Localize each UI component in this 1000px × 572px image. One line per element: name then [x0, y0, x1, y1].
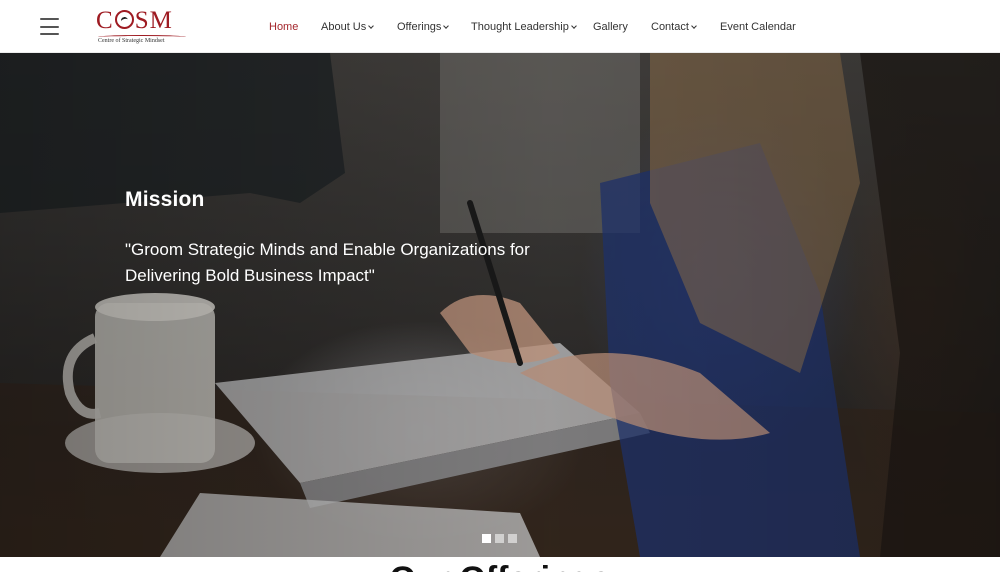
nav-item-gallery[interactable]: Gallery: [593, 20, 628, 34]
nav-item-event-calendar[interactable]: Event Calendar: [720, 20, 796, 34]
slider-dot-2[interactable]: [495, 534, 504, 543]
nav-item-about-us[interactable]: About Us: [321, 20, 375, 34]
site-logo[interactable]: C SM Centre of Strategic Mindset: [96, 8, 191, 48]
nav-item-label: Offerings: [397, 21, 442, 33]
nav-item-label: Gallery: [593, 21, 628, 33]
nav-item-label: About Us: [321, 21, 367, 33]
chevron-down-icon: [691, 23, 697, 29]
nav-item-label: Event Calendar: [720, 21, 796, 33]
hamburger-menu-icon[interactable]: [40, 18, 59, 35]
slider-dots: [482, 534, 517, 543]
hero-title: Mission: [125, 188, 205, 211]
slider-dot-3[interactable]: [508, 534, 517, 543]
nav-item-label: Contact: [651, 21, 689, 33]
logo-mark: C SM: [96, 8, 191, 33]
chevron-down-icon: [571, 23, 577, 29]
logo-letter-c: C: [96, 7, 114, 34]
nav-item-label: Home: [269, 21, 299, 33]
slider-dot-1[interactable]: [482, 534, 491, 543]
nav-item-label: Thought Leadership: [471, 21, 569, 33]
nav-item-offerings[interactable]: Offerings: [397, 20, 450, 34]
logo-letters-sm: SM: [134, 7, 173, 34]
nav-item-thought-leadership[interactable]: Thought Leadership: [471, 20, 577, 34]
hamburger-line: [40, 25, 59, 28]
hero-slider: Mission "Groom Strategic Minds and Enabl…: [0, 53, 1000, 557]
hero-overlay: [0, 53, 1000, 557]
logo-subtitle: Centre of Strategic Mindset: [98, 38, 165, 44]
chevron-down-icon: [443, 23, 450, 29]
logo-o-icon: [114, 10, 134, 29]
hamburger-line: [40, 18, 59, 20]
site-header: C SM Centre of Strategic Mindset Home Abo…: [0, 0, 1000, 53]
offerings-section-heading: Our Offerings: [0, 559, 1000, 572]
chevron-down-icon: [368, 23, 375, 29]
hero-quote: "Groom Strategic Minds and Enable Organi…: [125, 240, 530, 285]
hamburger-line: [40, 33, 59, 35]
nav-item-home[interactable]: Home: [269, 20, 298, 34]
nav-item-contact[interactable]: Contact: [651, 20, 697, 34]
